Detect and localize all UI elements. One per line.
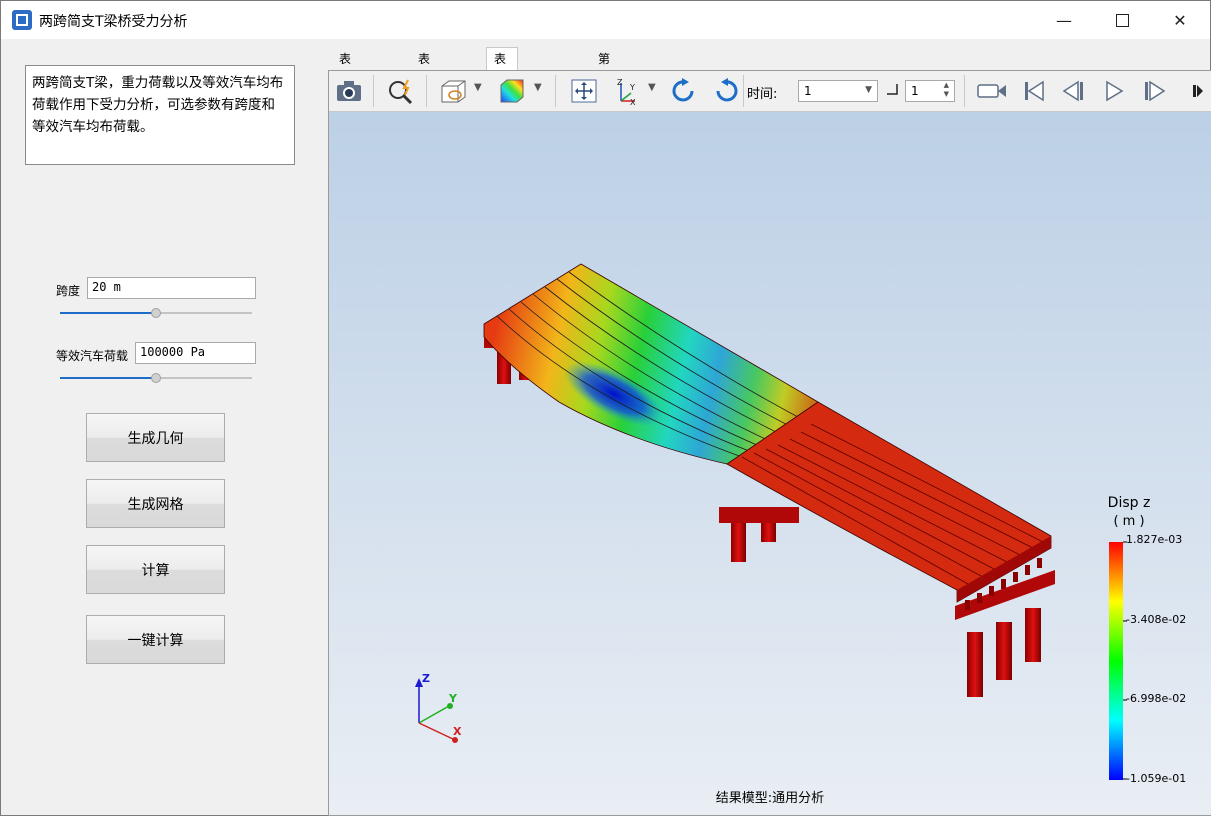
generate-geometry-button[interactable]: 生成几何	[86, 413, 225, 462]
color-map-dropdown-icon[interactable]: ▼	[534, 82, 542, 93]
result-model-status: 结果模型:通用分析	[715, 791, 825, 806]
y-axis-label: Y	[448, 692, 458, 705]
legend-tick-label: -6.998e-02	[1126, 692, 1186, 705]
pier	[1025, 608, 1041, 662]
first-frame-icon[interactable]	[1019, 77, 1049, 105]
play-icon[interactable]	[1099, 77, 1129, 105]
span-label: 跨度	[56, 284, 81, 298]
legend-title: Disp z	[1108, 495, 1151, 511]
result-panel: ▼ ▼ ZYX ▼ 时间: 1 ▼ 1 ▲ ▼ Z Y X Disp z (m…	[328, 70, 1211, 816]
load-input[interactable]: 100000 Pa	[135, 342, 256, 364]
fit-view-icon[interactable]	[569, 77, 599, 105]
time-label: 时间:	[747, 87, 778, 102]
axes-icon[interactable]: ZYX	[612, 77, 642, 105]
span-slider-knob[interactable]	[151, 308, 161, 318]
tab-vertical-displacement[interactable]: 表单-垂直位移	[486, 47, 519, 181]
close-icon: ✕	[1173, 10, 1187, 30]
description-box: 两跨简支T梁，重力荷载以及等效汽车均布荷载作用下受力分析，可选参数有跨度和等效汽…	[25, 65, 295, 165]
z-axis-label: Z	[422, 672, 430, 685]
prev-frame-icon[interactable]	[1058, 77, 1088, 105]
legend-tick-label: -3.408e-02	[1126, 613, 1186, 626]
legend-colorbar	[1109, 542, 1123, 780]
title-bar: 两跨简支T梁桥受力分析 — ✕	[1, 1, 1210, 39]
span-1-deck	[483, 263, 819, 465]
time-select-value: 1	[804, 84, 812, 98]
axes-dropdown-icon[interactable]: ▼	[648, 82, 656, 93]
legend-unit: ( m )	[1113, 514, 1144, 529]
pier	[731, 517, 746, 562]
chevron-down-icon: ▼	[865, 85, 872, 95]
maximize-icon	[1115, 13, 1129, 27]
display-mode-icon[interactable]	[439, 77, 469, 105]
camera-icon[interactable]	[334, 77, 364, 105]
svg-text:Y: Y	[629, 83, 635, 92]
load-slider[interactable]	[60, 371, 252, 385]
bridge-model[interactable]: Z Y X Disp z ( m ) 1.827e-03 -3.408e-02 …	[329, 112, 1211, 815]
svg-text:X: X	[630, 98, 636, 105]
rotate-cw-icon[interactable]	[669, 77, 699, 105]
legend-max-label: 1.827e-03	[1126, 533, 1182, 546]
tab-principal-stress[interactable]: 第一主应力1	[590, 47, 618, 181]
span-slider[interactable]	[60, 306, 252, 320]
svg-text:Z: Z	[617, 78, 623, 87]
parameter-panel: 两跨简支T梁，重力荷载以及等效汽车均布荷载作用下受力分析，可选参数有跨度和等效汽…	[1, 39, 326, 815]
view-toolbar: ▼ ▼ ZYX ▼ 时间: 1 ▼ 1 ▲ ▼	[329, 71, 1211, 112]
load-slider-knob[interactable]	[151, 373, 161, 383]
next-frame-icon[interactable]	[1140, 77, 1170, 105]
maximize-button[interactable]	[1093, 1, 1151, 39]
close-button[interactable]: ✕	[1151, 1, 1209, 39]
color-map-icon[interactable]	[497, 77, 527, 105]
tab-geometry[interactable]: 表单-几何	[331, 47, 363, 135]
window-title: 两跨简支T梁桥受力分析	[39, 14, 188, 30]
one-click-compute-button[interactable]: 一键计算	[86, 615, 225, 664]
load-label: 等效汽车荷载	[56, 349, 129, 363]
legend-min-label: -1.059e-01	[1126, 772, 1186, 785]
color-legend: Disp z ( m ) 1.827e-03 -3.408e-02 -6.998…	[1108, 495, 1187, 785]
minimize-icon: —	[1056, 10, 1072, 30]
display-mode-dropdown-icon[interactable]: ▼	[474, 82, 482, 93]
minimize-button[interactable]: —	[1035, 1, 1093, 39]
pier	[761, 522, 776, 542]
span-slider-fill	[60, 312, 156, 314]
pier-cap	[719, 507, 799, 523]
zoom-icon[interactable]	[386, 77, 416, 105]
pier	[967, 632, 983, 697]
pier	[996, 622, 1012, 680]
compute-button[interactable]: 计算	[86, 545, 225, 594]
3d-viewport[interactable]: Z Y X Disp z ( m ) 1.827e-03 -3.408e-02 …	[329, 112, 1211, 815]
x-axis-label: X	[453, 725, 462, 738]
time-select[interactable]: 1 ▼	[798, 80, 878, 102]
generate-mesh-button[interactable]: 生成网格	[86, 479, 225, 528]
span-input[interactable]: 20 m	[87, 277, 256, 299]
record-icon[interactable]	[975, 77, 1009, 105]
step-marker-icon	[885, 81, 899, 101]
app-logo-icon	[12, 10, 32, 30]
axis-triad: Z Y X	[415, 672, 462, 743]
tab-mesh[interactable]: 表单-网格	[410, 47, 442, 135]
rotate-ccw-icon[interactable]	[711, 77, 741, 105]
app-window: 两跨简支T梁桥受力分析 — ✕ 两跨简支T梁，重力荷载以及等效汽车均布荷载作用下…	[0, 0, 1211, 816]
load-slider-fill	[60, 377, 156, 379]
step-spinbox-value: 1	[911, 84, 919, 98]
more-icon[interactable]	[1187, 77, 1207, 105]
step-spinbox[interactable]: 1 ▲ ▼	[905, 80, 955, 102]
spin-arrows-icon[interactable]: ▲ ▼	[944, 81, 949, 99]
